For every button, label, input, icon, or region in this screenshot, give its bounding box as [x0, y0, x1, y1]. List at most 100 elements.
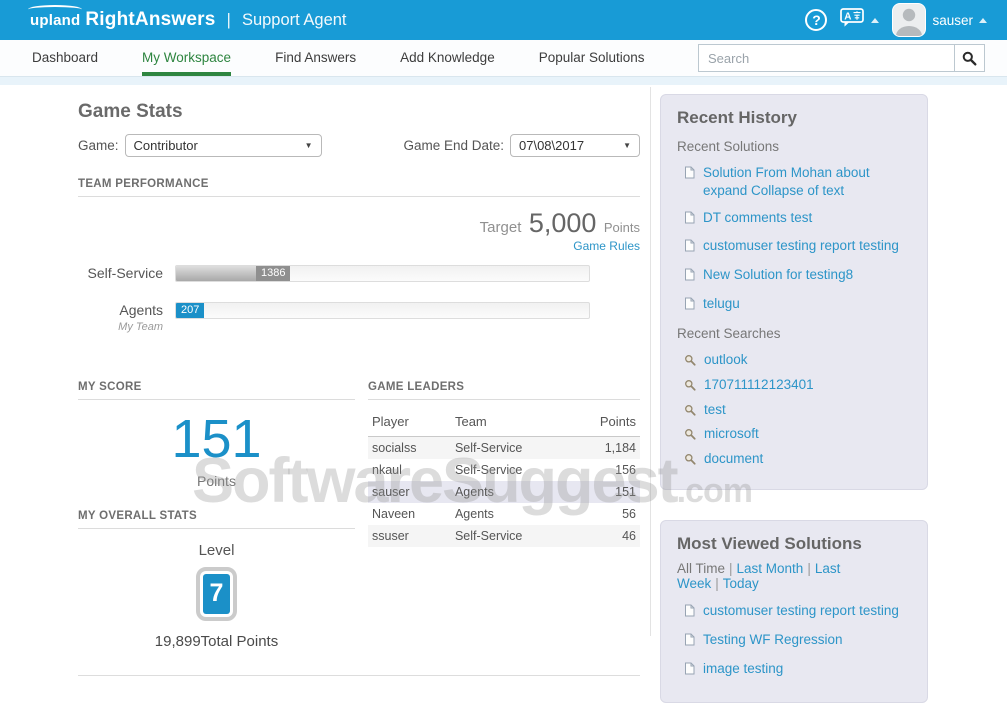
nav-item-my-workspace[interactable]: My Workspace	[142, 40, 231, 76]
leader-row-naveen: NaveenAgents56	[368, 503, 640, 525]
recent-search-link-outlook[interactable]: outlook	[704, 351, 748, 371]
stats-columns: MY SCORE 151 Points MY OVERALL STATS Lev…	[78, 360, 640, 650]
total-points-value: 19,899	[155, 633, 201, 650]
game-select[interactable]: Contributor ▼	[125, 134, 322, 157]
leader-pts: 46	[570, 525, 640, 547]
document-icon	[684, 633, 695, 651]
column-header-points: Points	[570, 409, 640, 437]
recent-search-item: microsoft	[684, 425, 911, 445]
most-viewed-link-image-testing[interactable]: image testing	[703, 660, 783, 680]
recent-history-panel: Recent History Recent Solutions Solution…	[660, 94, 928, 490]
recent-solution-item: customuser testing report testing	[684, 237, 911, 257]
sidebar: Recent History Recent Solutions Solution…	[660, 94, 928, 703]
game-leaders-table: PlayerTeamPoints socialssSelf-Service1,1…	[368, 409, 640, 547]
agents-bar-row: AgentsMy Team207	[78, 302, 590, 336]
filter-last-month[interactable]: Last Month	[737, 561, 804, 576]
recent-search-link-document[interactable]: document	[704, 450, 763, 470]
product-name: RightAnswers	[85, 9, 215, 31]
self-service-bar-label: Self-Service	[78, 265, 175, 282]
leader-player: nkaul	[368, 459, 451, 481]
recent-solution-link-solution-from-mohan-about-expa[interactable]: Solution From Mohan about expand Collaps…	[703, 164, 911, 200]
recent-solution-item: DT comments test	[684, 209, 911, 229]
chevron-up-icon	[871, 18, 879, 23]
suite-name: Support Agent	[242, 11, 347, 30]
search-icon	[684, 452, 696, 470]
filter-all-time: All Time	[677, 561, 725, 576]
recent-solution-link-dt-comments-test[interactable]: DT comments test	[703, 209, 812, 229]
upland-logo-text: upland	[30, 12, 80, 29]
overall-stats-heading: MY OVERALL STATS	[78, 510, 355, 529]
filter-separator: |	[715, 576, 719, 591]
recent-solution-item: New Solution for testing8	[684, 266, 911, 286]
help-icon[interactable]: ?	[805, 9, 827, 31]
recent-search-link-test[interactable]: test	[704, 401, 726, 421]
dropdown-caret-icon: ▼	[623, 141, 631, 150]
game-select-value: Contributor	[134, 138, 198, 153]
nav-item-add-knowledge[interactable]: Add Knowledge	[400, 40, 495, 76]
game-end-date-select[interactable]: 07\08\2017 ▼	[510, 134, 640, 157]
nav-item-find-answers[interactable]: Find Answers	[275, 40, 356, 76]
brand-divider: |	[227, 10, 231, 30]
leader-team: Self-Service	[451, 459, 570, 481]
search-icon	[684, 427, 696, 445]
search-icon	[962, 51, 977, 66]
header-actions: ? A sauser	[805, 3, 987, 37]
most-viewed-link-customuser-testing-report-test[interactable]: customuser testing report testing	[703, 602, 899, 622]
most-viewed-item: image testing	[684, 660, 911, 680]
nav-item-popular-solutions[interactable]: Popular Solutions	[539, 40, 645, 76]
recent-searches-list: outlook 170711112123401 test microsoft docum…	[677, 351, 911, 470]
game-stats-section: Game Stats Game: Contributor ▼ Game End …	[78, 85, 640, 676]
upland-arc-icon	[28, 5, 82, 14]
filter-today[interactable]: Today	[723, 576, 759, 591]
game-select-label: Game:	[78, 138, 119, 153]
self-service-progress-track: 1386	[175, 265, 590, 282]
filter-separator: |	[729, 561, 733, 576]
game-rules-link[interactable]: Game Rules	[78, 240, 640, 253]
document-icon	[684, 211, 695, 229]
nav-items: Dashboard My Workspace Find Answers Add Kno…	[32, 40, 689, 76]
self-service-progress-value: 1386	[256, 266, 290, 281]
recent-search-link-microsoft[interactable]: microsoft	[704, 425, 759, 445]
nav-search	[698, 44, 985, 72]
user-menu-button[interactable]: sauser	[892, 3, 987, 37]
total-points: 19,899Total Points	[78, 633, 355, 650]
search-icon	[684, 403, 696, 421]
username-label: sauser	[932, 13, 973, 28]
recent-solution-link-new-solution-for-testing8[interactable]: New Solution for testing8	[703, 266, 853, 286]
column-header-team: Team	[451, 409, 570, 437]
language-menu-button[interactable]: A	[840, 8, 879, 32]
document-icon	[684, 662, 695, 680]
search-input[interactable]	[698, 44, 954, 72]
game-controls: Game: Contributor ▼ Game End Date: 07\08…	[78, 134, 640, 157]
agents-progress-fill: 207	[176, 303, 204, 318]
app-header: upland RightAnswers | Support Agent ? A	[0, 0, 1007, 40]
column-header-player: Player	[368, 409, 451, 437]
target-value: 5,000	[529, 208, 597, 238]
document-icon	[684, 166, 695, 200]
nav-item-dashboard[interactable]: Dashboard	[32, 40, 98, 76]
recent-search-link-170711112123401[interactable]: 170711112123401	[704, 376, 814, 396]
my-score-column: MY SCORE 151 Points MY OVERALL STATS Lev…	[78, 360, 355, 650]
most-viewed-filters: All Time|Last Month|Last Week|Today	[677, 561, 911, 591]
search-button[interactable]	[954, 44, 985, 72]
most-viewed-title: Most Viewed Solutions	[677, 534, 911, 554]
agents-progress-track: 207	[175, 302, 590, 319]
upland-logo: upland	[30, 12, 80, 29]
my-score-unit: Points	[78, 473, 355, 489]
column-divider	[650, 87, 651, 636]
leader-team: Self-Service	[451, 436, 570, 459]
leader-pts: 1,184	[570, 436, 640, 459]
level-badge: 7	[196, 567, 237, 621]
most-viewed-item: customuser testing report testing	[684, 602, 911, 622]
content: Game Stats Game: Contributor ▼ Game End …	[0, 85, 1007, 596]
target-label: Target	[480, 219, 522, 236]
end-date-label: Game End Date:	[403, 138, 504, 153]
leader-row-ssuser: ssuserSelf-Service46	[368, 525, 640, 547]
recent-solution-link-telugu[interactable]: telugu	[703, 295, 740, 315]
most-viewed-link-testing-wf-regression[interactable]: Testing WF Regression	[703, 631, 843, 651]
recent-solution-item: telugu	[684, 295, 911, 315]
recent-solution-link-customuser-testing-report-test[interactable]: customuser testing report testing	[703, 237, 899, 257]
dropdown-caret-icon: ▼	[305, 141, 313, 150]
page-background-strip	[0, 77, 1007, 85]
avatar	[892, 3, 926, 37]
